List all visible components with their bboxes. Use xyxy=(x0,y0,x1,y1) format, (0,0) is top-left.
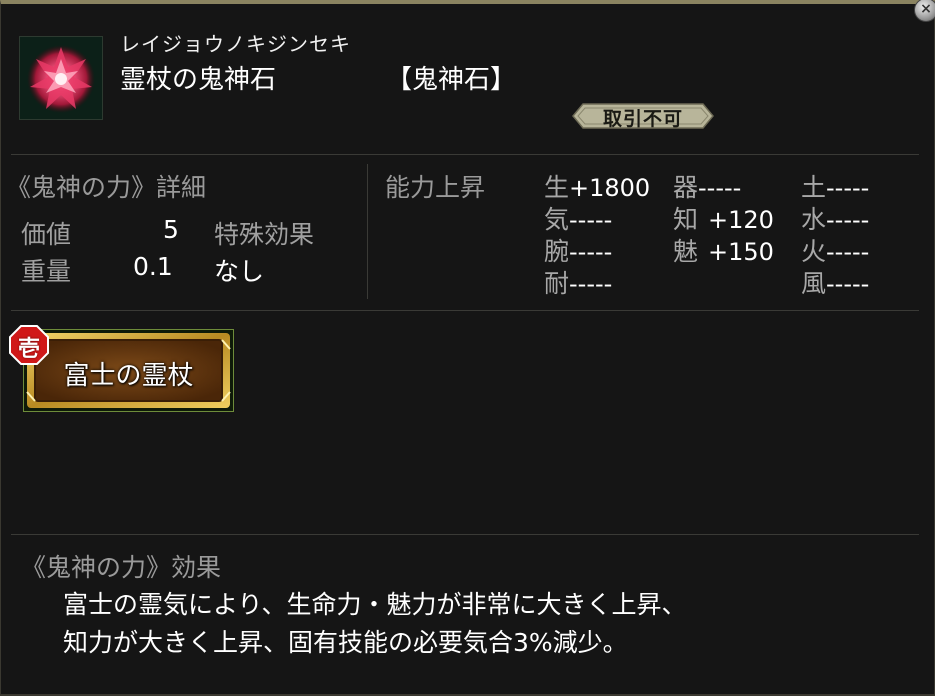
red-crystal-icon xyxy=(27,45,95,113)
weight-label: 重量 xyxy=(21,257,72,286)
trade-status-label: 取引不可 xyxy=(602,108,683,130)
stat-value: +120 xyxy=(708,206,774,234)
item-detail-window: × レイジョウノキジンセキ 霊杖の鬼神石 【鬼神石】 取引不可 《鬼神の力》詳細… xyxy=(0,0,935,696)
close-button[interactable]: × xyxy=(914,0,935,22)
stat-value: ----- xyxy=(569,270,613,298)
stat-name: 気 xyxy=(544,205,570,234)
stat-wind: 風----- xyxy=(801,264,869,300)
stat-name: 魅 xyxy=(673,237,699,266)
stat-name: 知 xyxy=(673,205,699,234)
stat-value: ----- xyxy=(569,238,613,266)
stat-name: 生 xyxy=(544,173,570,202)
stat-name: 火 xyxy=(801,237,827,266)
divider-middle xyxy=(11,310,919,311)
stat-charm: 魅 +150 xyxy=(673,232,774,268)
stat-name: 腕 xyxy=(544,237,570,266)
weight-number: 0.1 xyxy=(133,252,173,281)
stat-dex: 器----- xyxy=(673,168,741,204)
stat-value: ----- xyxy=(826,174,870,202)
details-heading: 《鬼神の力》詳細 xyxy=(6,173,207,202)
stat-fire: 火----- xyxy=(801,232,869,268)
divider-top xyxy=(11,154,919,155)
set-tag-label: 富士の霊杖 xyxy=(63,361,194,391)
item-name: 霊杖の鬼神石 xyxy=(120,65,277,95)
stat-value: +150 xyxy=(708,238,774,266)
tag-number-text: 壱 xyxy=(17,337,40,362)
item-icon-frame xyxy=(19,36,103,120)
stat-value: ----- xyxy=(698,174,742,202)
item-type: 【鬼神石】 xyxy=(386,65,517,95)
item-reading: レイジョウノキジンセキ xyxy=(120,32,351,56)
effect-line-1: 富士の霊気により、生命力・魅力が非常に大きく上昇、 xyxy=(63,590,687,619)
stat-value: ----- xyxy=(569,206,613,234)
divider-vertical xyxy=(367,164,368,299)
divider-bottom xyxy=(11,534,919,535)
effect-heading: 《鬼神の力》効果 xyxy=(21,553,222,582)
stat-value: ----- xyxy=(826,206,870,234)
stat-hp: 生+1800 xyxy=(544,168,650,204)
trade-status-badge: 取引不可 xyxy=(571,103,715,130)
special-effect-value: なし xyxy=(214,257,265,286)
tag-number-badge: 壱 xyxy=(9,325,49,365)
stat-water: 水----- xyxy=(801,200,869,236)
stat-arm: 腕----- xyxy=(544,232,612,268)
stat-endurance: 耐----- xyxy=(544,264,612,300)
close-icon: × xyxy=(920,1,932,17)
value-label: 価値 xyxy=(21,220,72,249)
stat-name: 水 xyxy=(801,205,827,234)
stat-earth: 土----- xyxy=(801,168,869,204)
stat-value: ----- xyxy=(826,238,870,266)
stat-name: 器 xyxy=(673,173,699,202)
stat-name: 風 xyxy=(801,269,827,298)
stat-value: ----- xyxy=(826,270,870,298)
stat-value: +1800 xyxy=(569,174,651,202)
stat-int: 知 +120 xyxy=(673,200,774,236)
stat-name: 土 xyxy=(801,173,827,202)
value-number: 5 xyxy=(163,215,179,244)
effect-line-2: 知力が大きく上昇、固有技能の必要気合3%減少。 xyxy=(63,628,628,657)
stat-name: 耐 xyxy=(544,269,570,298)
special-effect-label: 特殊効果 xyxy=(214,220,315,249)
abilities-heading: 能力上昇 xyxy=(385,173,486,202)
stat-ki: 気----- xyxy=(544,200,612,236)
